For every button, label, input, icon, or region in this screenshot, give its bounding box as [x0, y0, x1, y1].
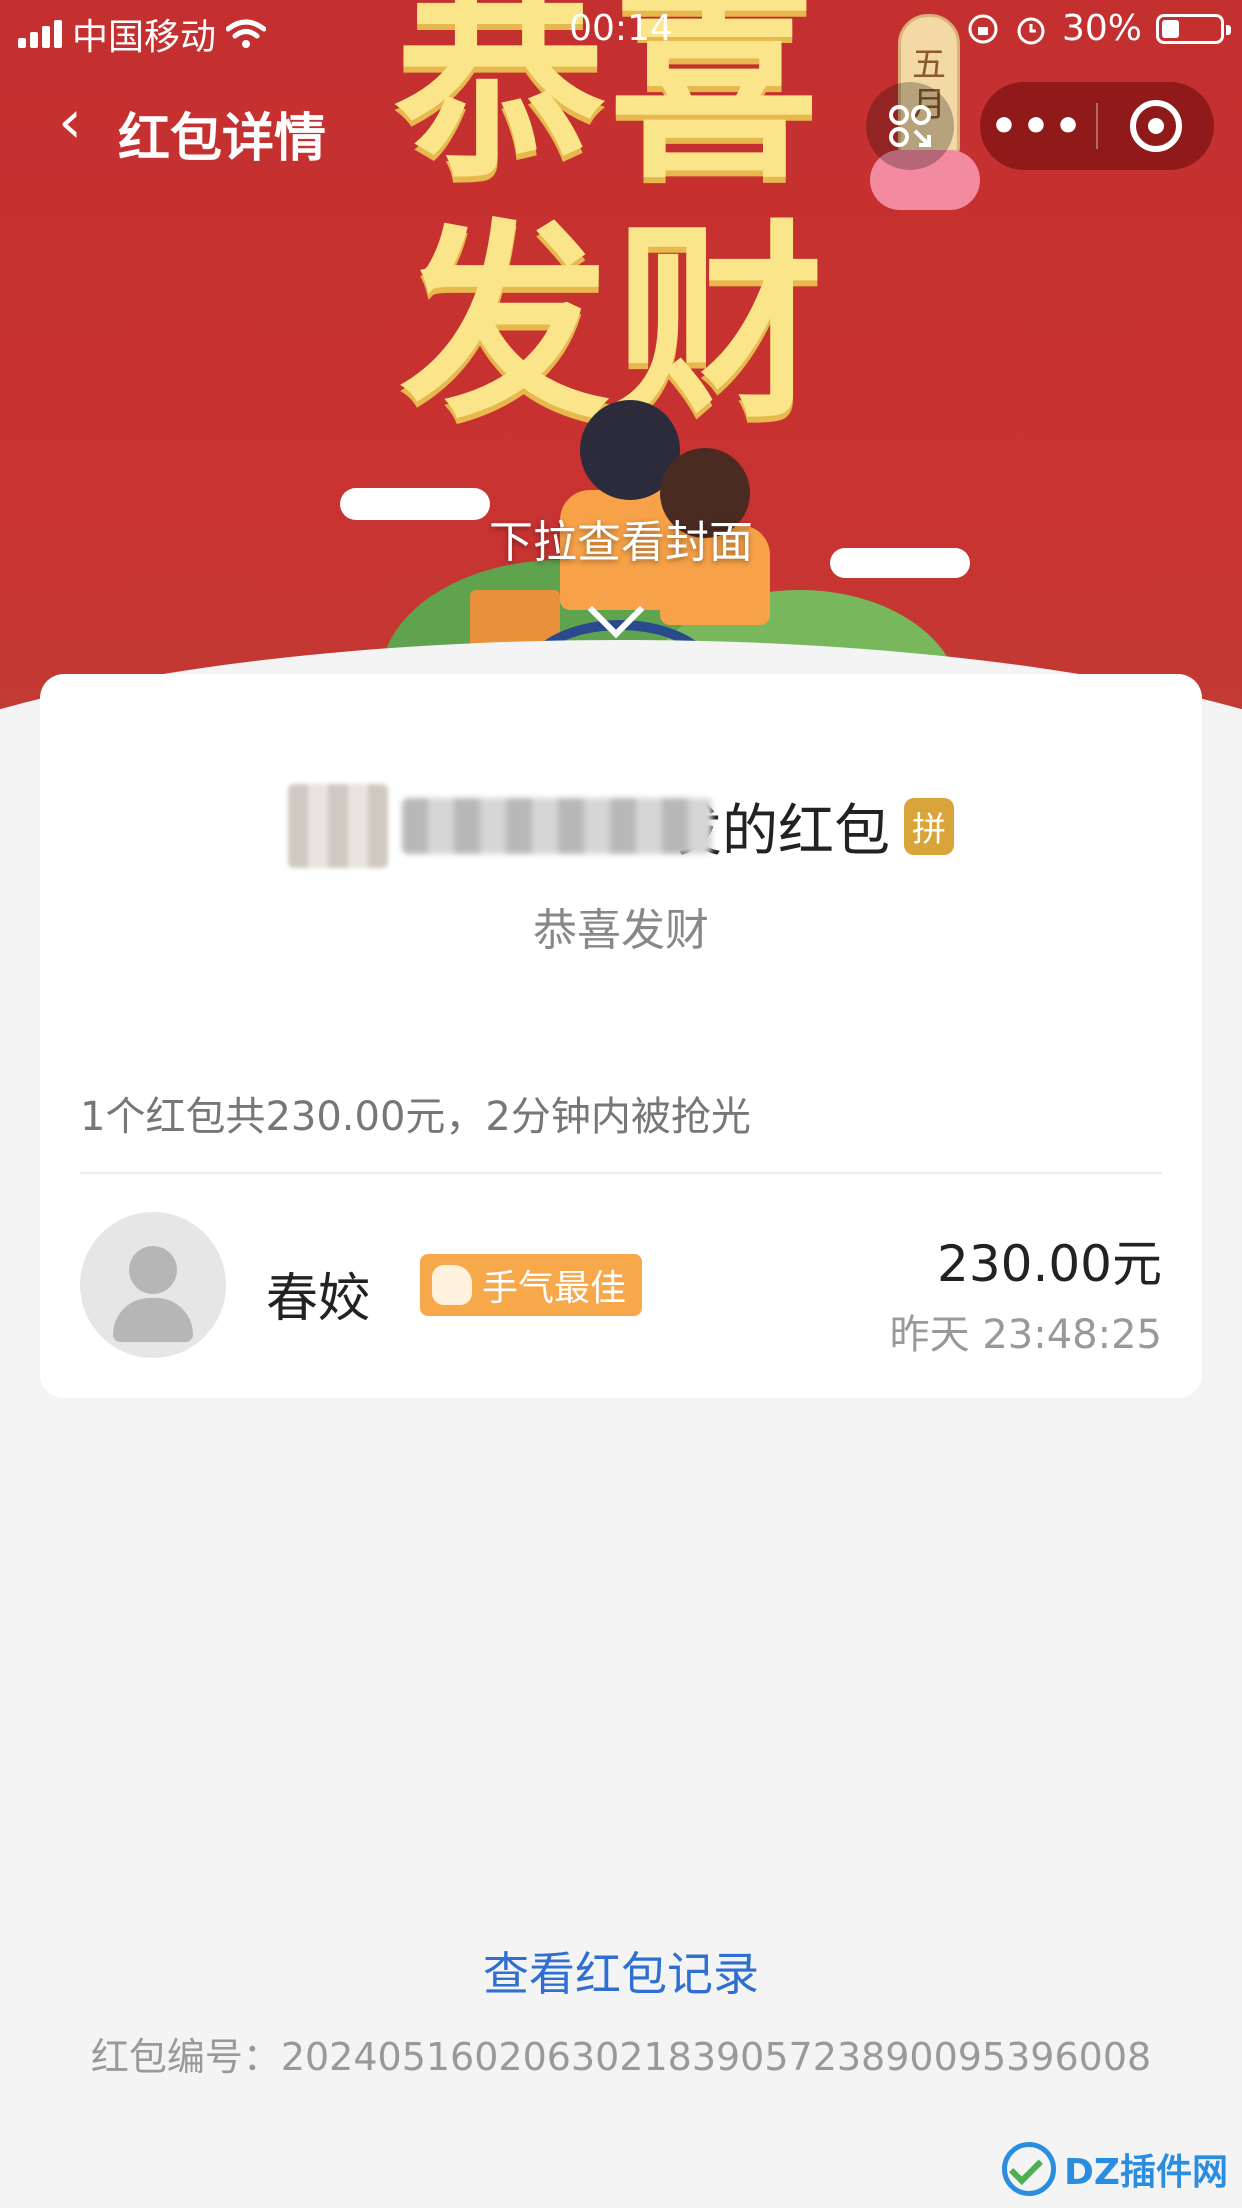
- check-logo-icon: [1002, 2142, 1056, 2196]
- share-button[interactable]: [866, 82, 954, 170]
- receiver-card: 1个红包共230.00元，2分钟内被抢光 春姣 手气最佳 230.00元 昨天 …: [40, 1044, 1202, 1398]
- sender-line: 发的红包 拼: [40, 784, 1202, 868]
- sender-avatar: [288, 784, 388, 868]
- cover-headline-2: 发财: [400, 202, 829, 447]
- page-title: 红包详情: [118, 109, 327, 169]
- blessing-text: 恭喜发财: [533, 905, 709, 956]
- best-luck-label: 手气最佳: [482, 1268, 627, 1309]
- best-luck-badge: 手气最佳: [420, 1254, 643, 1316]
- pull-down-hint[interactable]: 下拉查看封面: [0, 506, 1242, 570]
- receiver-amount: 230.00元: [937, 1235, 1162, 1293]
- watermark: DZ插件网: [1002, 2142, 1228, 2196]
- battery-percent: 30%: [1061, 8, 1142, 49]
- list-item[interactable]: 春姣 手气最佳 230.00元 昨天 23:48:25: [80, 1212, 1162, 1362]
- close-button[interactable]: [1098, 100, 1214, 152]
- group-badge: 拼: [904, 797, 954, 855]
- mini-program-capsule: •••: [980, 82, 1214, 170]
- link-share-icon: [889, 105, 931, 147]
- watermark-text: DZ插件网: [1064, 2152, 1228, 2193]
- back-icon[interactable]: ‹: [58, 92, 82, 152]
- avatar[interactable]: [80, 1212, 226, 1358]
- sender-name-blurred: [402, 798, 712, 854]
- status-bar: 中国移动 00:14 30%: [0, 0, 1242, 60]
- rotation-lock-icon: [968, 14, 998, 43]
- battery-icon: [1156, 13, 1231, 44]
- view-records-link[interactable]: 查看红包记录: [0, 1938, 1242, 2004]
- more-button[interactable]: •••: [980, 101, 1096, 152]
- divider: [80, 1172, 1162, 1174]
- nav-bar: ‹ 红包详情 •••: [0, 80, 1242, 170]
- red-packet-serial: 红包编号：20240516020630218390572389009539​60…: [90, 2035, 1152, 2079]
- hand-icon: [432, 1265, 472, 1305]
- summary-text: 1个红包共230.00元，2分钟内被抢光: [80, 1094, 751, 1140]
- receiver-name: 春姣: [266, 1269, 371, 1329]
- target-icon: [1130, 100, 1182, 152]
- alarm-icon: [1017, 17, 1045, 44]
- receiver-time: 昨天 23:48:25: [889, 1312, 1162, 1358]
- sender-card: 发的红包 拼 恭喜发财: [40, 674, 1202, 1084]
